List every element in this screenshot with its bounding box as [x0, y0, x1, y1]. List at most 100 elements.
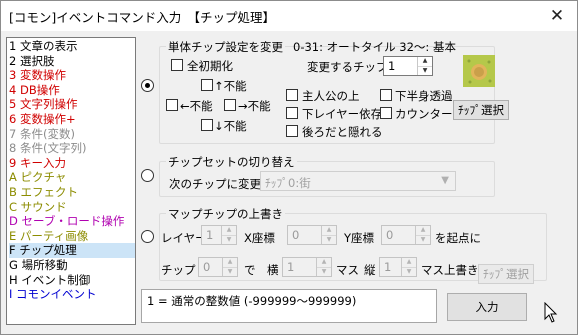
chevron-down-icon: ▼: [441, 175, 449, 186]
change-chip-label: 変更するチップ: [307, 60, 388, 74]
spin-down-icon[interactable]: ▼: [317, 266, 331, 277]
list-item[interactable]: 5 文字列操作: [9, 97, 135, 112]
mouse-cursor-icon: [544, 302, 558, 323]
chipset-dropdown[interactable]: ﾁｯﾌﾟ0:街 ▼: [260, 171, 456, 191]
y-coord-spinner[interactable]: 0 ▲ ▼: [381, 225, 431, 245]
spin-up-icon[interactable]: ▲: [317, 258, 331, 267]
lower-half-label: 下半身透過: [395, 89, 453, 103]
list-item[interactable]: I コモンイベント: [9, 287, 135, 302]
close-icon[interactable]: ✕: [545, 5, 569, 27]
down-block-checkbox[interactable]: [201, 119, 213, 131]
list-item[interactable]: 1 文章の表示: [9, 39, 135, 54]
x-coord-label: X座標: [244, 231, 275, 245]
all-init-checkbox[interactable]: [171, 59, 183, 71]
chipset-dropdown-value: ﾁｯﾌﾟ0:街: [265, 176, 311, 190]
spin-down-icon[interactable]: ▼: [416, 234, 430, 245]
list-item[interactable]: H イベント制御: [9, 273, 135, 288]
width-label: 横: [267, 263, 279, 277]
left-block-checkbox[interactable]: [166, 99, 178, 111]
right-block-label: →不能: [238, 99, 271, 113]
list-item[interactable]: F チップ処理: [9, 243, 135, 258]
width-value: 1: [287, 260, 295, 274]
left-block-label: ←不能: [180, 99, 213, 113]
spin-up-icon[interactable]: ▲: [418, 57, 432, 66]
spin-down-icon[interactable]: ▼: [402, 266, 416, 277]
title-bar: [コモン]イベントコマンド入力 【チップ処理】 ✕: [1, 1, 577, 31]
map-overwrite-legend: マップチップの上書き: [166, 206, 285, 222]
chip-select-button[interactable]: ﾁｯﾌﾟ選択: [453, 100, 509, 120]
status-text: 1 = 通常の整数値 (-999999～999999): [147, 294, 357, 308]
chipset-switch-radio[interactable]: [141, 169, 154, 182]
list-item[interactable]: B エフェクト: [9, 185, 135, 200]
overwrite-chip-select-button[interactable]: ﾁｯﾌﾟ選択: [478, 264, 534, 284]
hide-behind-checkbox[interactable]: [286, 125, 298, 137]
lower-half-checkbox[interactable]: [380, 89, 392, 101]
mass-label: マス: [336, 263, 359, 277]
change-chip-value: 1: [388, 59, 396, 73]
list-item[interactable]: 9 キー入力: [9, 156, 135, 171]
height-label: 縦: [364, 263, 376, 277]
x-coord-spinner[interactable]: 0 ▲ ▼: [287, 225, 337, 245]
list-item[interactable]: 7 条件(変数): [9, 127, 135, 142]
de-label: で: [244, 263, 256, 277]
layer-value: 1: [206, 228, 214, 242]
dialog-window: [コモン]イベントコマンド入力 【チップ処理】 ✕ 1 文章の表示 2 選択肢 3 …: [0, 0, 578, 335]
height-value: 1: [384, 260, 392, 274]
single-chip-legend: 単体チップ設定を変更: [166, 39, 285, 55]
y-coord-value: 0: [386, 228, 394, 242]
overwrite-chip-spinner[interactable]: 0 ▲ ▼: [198, 257, 238, 277]
list-item[interactable]: 3 変数操作: [9, 68, 135, 83]
hide-behind-label: 後ろだと隠れる: [302, 125, 383, 139]
spin-down-icon[interactable]: ▼: [322, 234, 336, 245]
lower-layer-label: 下レイヤー依存: [302, 107, 383, 121]
spin-up-icon[interactable]: ▲: [223, 258, 237, 267]
spin-up-icon[interactable]: ▲: [322, 226, 336, 235]
next-chip-label: 次のチップに変更: [169, 177, 261, 191]
map-overwrite-radio[interactable]: [141, 230, 154, 243]
spin-down-icon[interactable]: ▼: [418, 65, 432, 76]
range-info-text: 0-31: オートタイル 32～: 基本: [293, 40, 456, 54]
all-init-label: 全初期化: [187, 59, 233, 73]
height-spinner[interactable]: 1 ▲ ▼: [379, 257, 417, 277]
counter-label: カウンター: [395, 107, 453, 121]
list-item[interactable]: 8 条件(文字列): [9, 141, 135, 156]
status-description: 1 = 通常の整数値 (-999999～999999): [141, 289, 437, 323]
hero-above-label: 主人公の上: [302, 89, 360, 103]
down-block-label: ↓不能: [214, 119, 247, 133]
up-block-checkbox[interactable]: [201, 79, 213, 91]
chip-preview-pattern: [463, 55, 495, 87]
width-spinner[interactable]: 1 ▲ ▼: [282, 257, 332, 277]
list-item[interactable]: 2 選択肢: [9, 54, 135, 69]
lower-layer-checkbox[interactable]: [286, 107, 298, 119]
input-button[interactable]: 入力: [447, 293, 527, 321]
spin-down-icon[interactable]: ▼: [223, 266, 237, 277]
list-item[interactable]: A ピクチャ: [9, 170, 135, 185]
hero-above-checkbox[interactable]: [286, 89, 298, 101]
chipset-switch-legend: チップセットの切り替え: [166, 154, 297, 170]
list-item[interactable]: D セーブ・ロード操作: [9, 214, 135, 229]
single-chip-radio[interactable]: [141, 79, 154, 92]
spin-down-icon[interactable]: ▼: [222, 234, 236, 245]
list-item[interactable]: C サウンド: [9, 200, 135, 215]
list-item[interactable]: G 場所移動: [9, 258, 135, 273]
command-list[interactable]: 1 文章の表示 2 選択肢 3 変数操作 4 DB操作 5 文字列操作 6 変数操作+ 7 …: [6, 37, 136, 325]
list-item[interactable]: 4 DB操作: [9, 83, 135, 98]
mass-overwrite-label: マス上書き: [421, 263, 479, 277]
spin-up-icon[interactable]: ▲: [416, 226, 430, 235]
overwrite-chip-value: 0: [203, 260, 211, 274]
list-item[interactable]: 6 変数操作+: [9, 112, 135, 127]
layer-spinner[interactable]: 1 ▲ ▼: [201, 225, 237, 245]
spin-up-icon[interactable]: ▲: [402, 258, 416, 267]
layer-label: レイヤー: [161, 231, 207, 245]
up-block-label: ↑不能: [214, 79, 247, 93]
spin-up-icon[interactable]: ▲: [222, 226, 236, 235]
change-chip-spinner[interactable]: 1 ▲ ▼: [383, 56, 433, 76]
window-title: [コモン]イベントコマンド入力 【チップ処理】: [9, 9, 276, 25]
origin-label: を起点に: [435, 231, 481, 245]
right-block-checkbox[interactable]: [224, 99, 236, 111]
counter-checkbox[interactable]: [380, 107, 392, 119]
x-coord-value: 0: [292, 228, 300, 242]
list-item[interactable]: E パーティ画像: [9, 229, 135, 244]
y-coord-label: Y座標: [344, 231, 375, 245]
chip-label: チップ: [161, 263, 196, 277]
